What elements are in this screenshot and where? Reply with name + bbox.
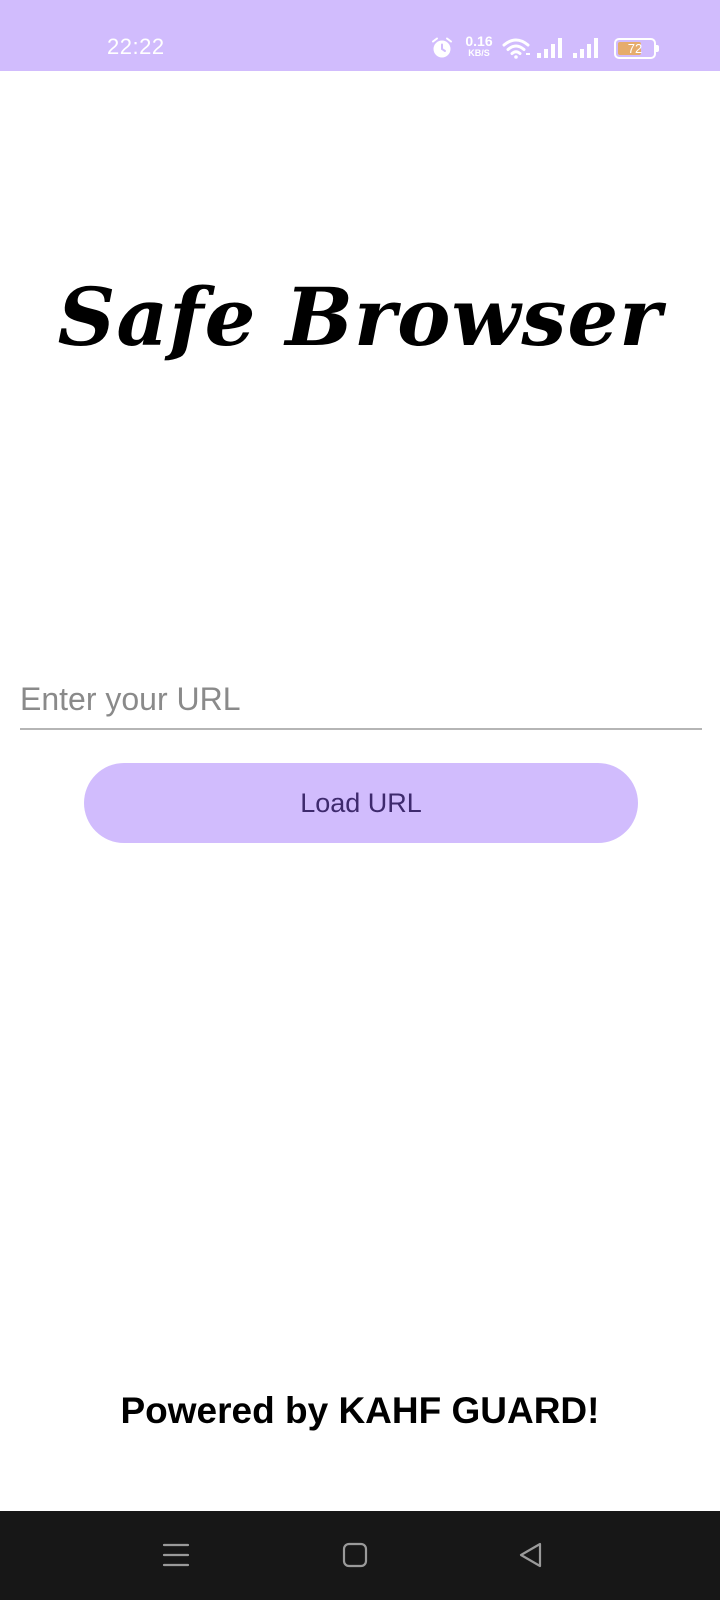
back-icon	[519, 1542, 542, 1568]
app-title: Safe Browser	[57, 270, 663, 364]
network-speed-value: 0.16	[465, 33, 493, 49]
wifi-icon	[502, 38, 530, 59]
back-button[interactable]	[501, 1529, 561, 1581]
network-speed-unit: KB/S	[468, 48, 490, 58]
recent-apps-button[interactable]	[146, 1529, 206, 1581]
status-icons: 0.16 KB/S 72	[430, 34, 670, 62]
menu-icon	[162, 1543, 190, 1567]
navigation-bar	[0, 1511, 720, 1600]
status-bar: 22:22 0.16 KB/S 72	[0, 0, 720, 71]
battery-level: 72	[627, 41, 643, 56]
signal-icon	[573, 38, 598, 58]
battery-icon: 72	[614, 38, 659, 59]
alarm-icon	[432, 37, 452, 58]
home-icon	[342, 1542, 368, 1568]
signal-icon	[537, 38, 562, 58]
url-input[interactable]	[20, 676, 702, 730]
home-button[interactable]	[325, 1529, 385, 1581]
network-speed: 0.16 KB/S	[462, 34, 496, 58]
status-time: 22:22	[107, 34, 165, 59]
powered-by-text: Powered by KAHF GUARD!	[120, 1390, 600, 1431]
load-url-button[interactable]: Load URL	[84, 763, 638, 843]
